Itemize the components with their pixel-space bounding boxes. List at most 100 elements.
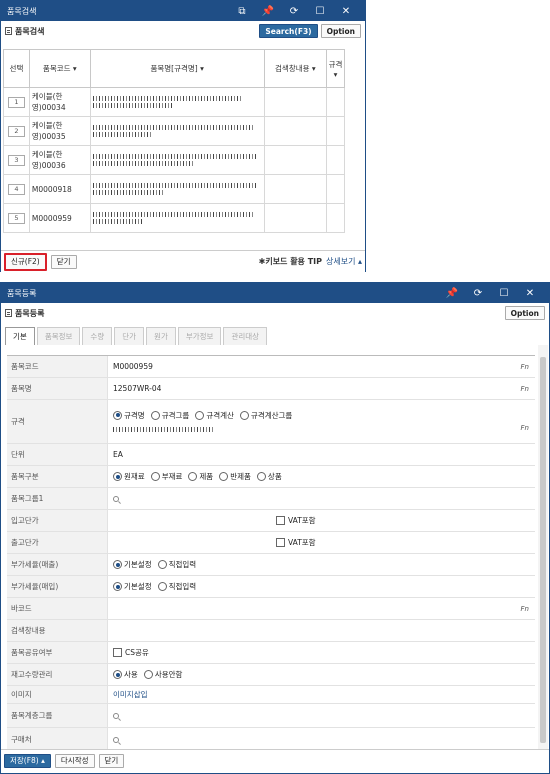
col-item-code[interactable]: 품목코드 ▾	[28, 49, 91, 88]
row-number[interactable]: 1	[7, 96, 25, 108]
purchase-vat-checkbox[interactable]: VAT포함	[276, 515, 316, 526]
col-search-content[interactable]: 검색창내용 ▾	[263, 49, 328, 88]
item-group1-field[interactable]	[108, 488, 535, 509]
spec-radio-group[interactable]: 규격그룹	[150, 410, 189, 421]
cs-share-checkbox[interactable]: CS공유	[113, 647, 149, 658]
row-item-name: 품목명 12507WR-04 Fn	[7, 378, 535, 400]
fn-button[interactable]: Fn	[521, 424, 529, 432]
register-close-button[interactable]: 닫기	[98, 753, 125, 768]
pin-icon[interactable]: 📌	[439, 283, 465, 303]
tab-managed[interactable]: 관리대상	[223, 327, 268, 345]
vat-purchase-direct-radio[interactable]: 직접입력	[157, 581, 196, 592]
stock-nouse-radio[interactable]: 사용안함	[143, 669, 182, 680]
type-radio-sub[interactable]: 부재료	[150, 471, 182, 482]
spec-radio-calc-group[interactable]: 규격계산그룹	[239, 410, 292, 421]
item-name-cell[interactable]	[89, 87, 265, 117]
table-row[interactable]: 2 케이블(한영)00035	[3, 116, 345, 146]
scrollbar-thumb[interactable]	[540, 357, 546, 743]
search-button[interactable]: Search(F3)	[259, 24, 318, 38]
row-number[interactable]: 3	[7, 154, 25, 166]
search-icon[interactable]	[113, 495, 119, 502]
type-radio-raw[interactable]: 원재료	[113, 471, 145, 482]
purchase-price-field[interactable]: VAT포함	[108, 510, 535, 531]
row-number[interactable]: 2	[7, 125, 25, 137]
fn-button[interactable]: Fn	[521, 363, 529, 371]
spec-radio-name[interactable]: 규격명	[113, 410, 145, 421]
vat-purchase-default-radio[interactable]: 기본설정	[113, 581, 152, 592]
spec-radio-calc[interactable]: 규격계산	[195, 410, 234, 421]
insert-image-link[interactable]: 이미지삽입	[113, 689, 148, 700]
search-close-button[interactable]: 닫기	[50, 254, 77, 269]
tab-cost[interactable]: 원가	[146, 327, 176, 345]
item-code-field[interactable]: M0000959	[113, 362, 153, 371]
item-code-cell[interactable]: 케이블(한영)00035	[28, 116, 91, 146]
vendor-label: 구매처	[7, 728, 108, 751]
pin-icon[interactable]: 📌	[255, 1, 281, 21]
sale-price-field[interactable]: VAT포함	[108, 532, 535, 553]
item-code-label: 품목코드	[7, 356, 108, 377]
search-icon[interactable]	[113, 736, 119, 743]
vertical-scrollbar[interactable]	[538, 345, 548, 749]
table-row[interactable]: 4 M0000918	[3, 174, 345, 204]
save-button[interactable]: 저장(F8) ▴	[4, 753, 51, 768]
item-code-cell[interactable]: M0000918	[28, 174, 91, 204]
item-name-cell[interactable]	[89, 174, 265, 204]
row-stock-manage: 재고수량관리 사용 사용안함	[7, 664, 535, 686]
detail-view-link[interactable]: 상세보기 ▴	[326, 256, 362, 267]
stock-use-radio[interactable]: 사용	[113, 669, 138, 680]
close-icon[interactable]: ✕	[517, 283, 543, 303]
popout-icon[interactable]: ⧉	[229, 1, 255, 21]
tab-price[interactable]: 단가	[114, 327, 145, 345]
table-row[interactable]: 1 케이블(한영)00034	[3, 87, 345, 117]
fn-button[interactable]: Fn	[521, 385, 529, 393]
search-titlebar: 품목검색 ⧉ 📌 ⟳ ☐ ✕	[1, 1, 365, 21]
col-spec[interactable]: 규격 ▾	[326, 49, 345, 88]
col-item-name[interactable]: 품목명[규격명] ▾	[89, 49, 265, 88]
item-code-cell[interactable]: M0000959	[28, 203, 91, 233]
row-search-content: 검색창내용	[7, 620, 535, 642]
vendor-field[interactable]	[108, 728, 535, 751]
row-item-type: 품목구분 원재료 부재료 제품 반제품 상품	[7, 466, 535, 488]
item-name-cell[interactable]	[89, 116, 265, 146]
row-number[interactable]: 4	[7, 183, 25, 195]
item-name-cell[interactable]	[89, 145, 265, 175]
new-button[interactable]: 신규(F2)	[4, 252, 47, 271]
maximize-icon[interactable]: ☐	[491, 283, 517, 303]
hierarchy-label: 품목계층그룹	[7, 704, 108, 727]
item-code-cell[interactable]: 케이블(한영)00036	[28, 145, 91, 175]
tab-basic[interactable]: 기본	[5, 327, 35, 345]
search-option-button[interactable]: Option	[320, 24, 361, 38]
item-register-window: 품목등록 📌 ⟳ ☐ ✕ 품목등록 Option 기본 품목정보 수량 단가 원…	[0, 282, 550, 774]
table-row[interactable]: 5 M0000959	[3, 203, 345, 233]
type-radio-semi[interactable]: 반제품	[219, 471, 251, 482]
type-radio-goods[interactable]: 상품	[256, 471, 282, 482]
item-name-field[interactable]: 12507WR-04	[113, 384, 161, 393]
image-label: 이미지	[7, 686, 108, 703]
rewrite-button[interactable]: 다시작성	[54, 753, 95, 768]
refresh-icon[interactable]: ⟳	[465, 283, 491, 303]
barcode-field[interactable]: Fn	[108, 598, 535, 619]
item-code-cell[interactable]: 케이블(한영)00034	[28, 87, 91, 117]
sale-vat-checkbox[interactable]: VAT포함	[276, 537, 316, 548]
row-number[interactable]: 5	[7, 212, 25, 224]
table-row[interactable]: 3 케이블(한영)00036	[3, 145, 345, 175]
search-content-field[interactable]	[108, 620, 535, 641]
vat-sale-default-radio[interactable]: 기본설정	[113, 559, 152, 570]
search-window-title: 품목검색	[7, 6, 37, 16]
register-option-button[interactable]: Option	[504, 306, 545, 320]
close-icon[interactable]: ✕	[333, 1, 359, 21]
hierarchy-field[interactable]	[108, 704, 535, 727]
search-icon[interactable]	[113, 712, 119, 719]
type-radio-product[interactable]: 제품	[188, 471, 213, 482]
refresh-icon[interactable]: ⟳	[281, 1, 307, 21]
tab-quantity[interactable]: 수량	[82, 327, 113, 345]
vat-sale-direct-radio[interactable]: 직접입력	[157, 559, 196, 570]
item-name-cell[interactable]	[89, 203, 265, 233]
tab-item-info[interactable]: 품목정보	[36, 327, 81, 345]
unit-field[interactable]: EA	[113, 450, 123, 459]
spec-value-field[interactable]	[113, 426, 213, 432]
search-header: 품목검색 Search(F3) Option	[1, 21, 365, 41]
maximize-icon[interactable]: ☐	[307, 1, 333, 21]
fn-button[interactable]: Fn	[521, 605, 529, 613]
tab-additional-info[interactable]: 부가정보	[177, 327, 222, 345]
